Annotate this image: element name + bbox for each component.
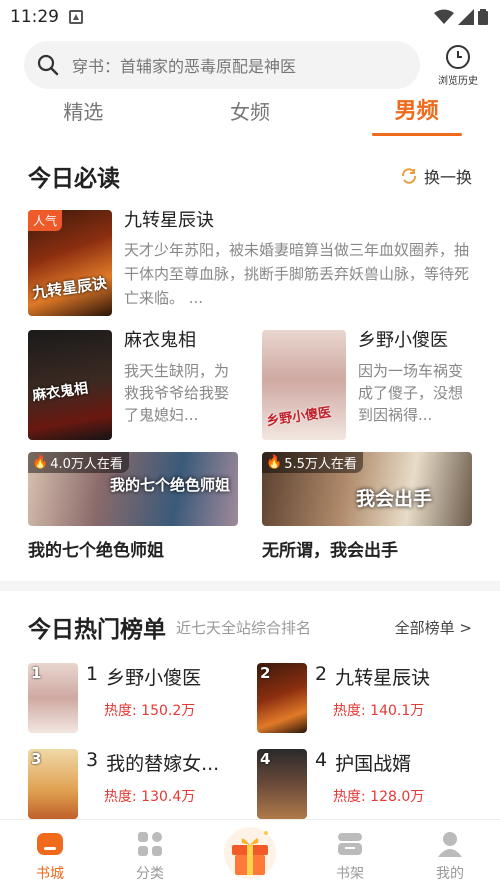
- ranking-book-title[interactable]: 我的替嫁女...: [106, 749, 219, 776]
- banner-art-text: 我会出手: [355, 488, 432, 510]
- book-cover[interactable]: 乡野小傻医: [262, 330, 346, 440]
- search-row: 穿书：首辅家的恶毒原配是神医 浏览历史: [0, 34, 500, 90]
- rank-index: 2: [315, 663, 328, 685]
- rank-badge: 1: [31, 664, 42, 682]
- banner-title[interactable]: 我的七个绝色师姐: [28, 536, 238, 561]
- battery-icon: [478, 9, 488, 25]
- banner-row: 🔥 4.0万人在看 我的七个绝色师姐 我的七个绝色师姐 🔥 5.5万人在看 我会…: [28, 452, 472, 561]
- banner-art-text: 我的七个绝色师姐: [109, 476, 230, 494]
- heat-value: 热度: 130.4万: [104, 789, 196, 805]
- ranking-cover[interactable]: 4: [257, 749, 307, 819]
- book-cover-art: 麻衣鬼相: [31, 380, 90, 405]
- status-bar: 11:29: [0, 0, 500, 34]
- ranking-section: 今日热门榜单 近七天全站综合排名 全部榜单 > 1 1 乡野小傻医 热度: 150…: [0, 607, 500, 835]
- refresh-button[interactable]: 换一换: [400, 164, 472, 188]
- banner-card[interactable]: 🔥 5.5万人在看 我会出手 无所谓，我会出手: [262, 452, 472, 561]
- nav-label: 我的: [436, 866, 464, 882]
- search-input[interactable]: 穿书：首辅家的恶毒原配是神医: [24, 41, 420, 89]
- bookstore-icon: [37, 833, 63, 855]
- heat-value: 热度: 128.0万: [333, 789, 425, 805]
- search-placeholder: 穿书：首辅家的恶毒原配是神医: [72, 57, 297, 76]
- book-desc: 我天生缺阴，为救我爷爷给我娶了鬼媳妇...: [124, 362, 230, 424]
- ranking-item[interactable]: 2 2 九转星辰诀 热度: 140.1万: [257, 663, 472, 733]
- tab-female[interactable]: 女频: [167, 90, 334, 138]
- rank-badge: 3: [31, 750, 42, 768]
- ranking-book-title[interactable]: 乡野小傻医: [106, 663, 201, 690]
- all-rankings-link[interactable]: 全部榜单 >: [395, 617, 472, 638]
- hot-tag: 人气: [28, 210, 63, 231]
- ranking-item[interactable]: 4 4 护国战婿 热度: 128.0万: [257, 749, 472, 819]
- banner-image[interactable]: 🔥 5.5万人在看 我会出手: [262, 452, 472, 526]
- rank-index: 1: [86, 663, 99, 685]
- featured-desc: 天才少年苏阳，被未婚妻暗算当做三年血奴圈养，抽干体内至尊血脉，挑断手脚筋丢弃妖兽…: [124, 241, 470, 307]
- section-divider: [0, 581, 500, 591]
- ranking-item[interactable]: 3 3 我的替嫁女... 热度: 130.4万: [28, 749, 243, 819]
- app-notification-icon: [69, 10, 83, 24]
- ranking-item[interactable]: 1 1 乡野小傻医 热度: 150.2万: [28, 663, 243, 733]
- featured-cover-art: 九转星辰诀: [31, 273, 108, 303]
- ranking-title: 今日热门榜单: [28, 617, 166, 643]
- gift-icon[interactable]: [222, 821, 278, 881]
- ranking-book-title[interactable]: 护国战婿: [335, 749, 411, 776]
- tab-featured[interactable]: 精选: [0, 90, 167, 138]
- viewers-badge: 🔥 5.5万人在看: [262, 452, 363, 473]
- wifi-icon: [434, 9, 454, 24]
- nav-bookshelf[interactable]: 书架: [300, 829, 400, 883]
- banner-image[interactable]: 🔥 4.0万人在看 我的七个绝色师姐: [28, 452, 238, 526]
- rank-index: 4: [315, 749, 328, 771]
- heat-value: 热度: 140.1万: [333, 703, 425, 719]
- category-icon: [138, 832, 162, 856]
- tab-male[interactable]: 男频: [333, 90, 500, 138]
- book-cover[interactable]: 麻衣鬼相: [28, 330, 112, 440]
- bookshelf-icon: [338, 833, 362, 855]
- banner-title[interactable]: 无所谓，我会出手: [262, 536, 472, 561]
- today-title: 今日必读: [28, 166, 120, 192]
- history-button[interactable]: 浏览历史: [426, 44, 490, 87]
- ranking-subtitle: 近七天全站综合排名: [176, 618, 312, 637]
- nav-label: 书架: [336, 866, 364, 882]
- nav-bookstore[interactable]: 书城: [0, 829, 100, 883]
- viewers-count: 5.5万人在看: [284, 457, 357, 472]
- book-card[interactable]: 乡野小傻医 乡野小傻医 因为一场车祸变成了傻子，没想到因祸得...: [262, 330, 472, 440]
- featured-book[interactable]: 人气 九转星辰诀 九转星辰诀 天才少年苏阳，被未婚妻暗算当做三年血奴圈养，抽干体…: [28, 210, 472, 316]
- nav-category[interactable]: 分类: [100, 829, 200, 883]
- category-tabs: 精选 女频 男频: [0, 90, 500, 138]
- ranking-cover[interactable]: 1: [28, 663, 78, 733]
- ranking-book-title[interactable]: 九转星辰诀: [335, 663, 430, 690]
- viewers-badge: 🔥 4.0万人在看: [28, 452, 129, 473]
- featured-title[interactable]: 九转星辰诀: [124, 210, 472, 232]
- rank-index: 3: [86, 749, 99, 771]
- book-cover-art: 乡野小傻医: [265, 405, 333, 430]
- featured-cover[interactable]: 人气 九转星辰诀: [28, 210, 112, 316]
- today-section: 今日必读 换一换 人气 九转星辰诀 九转星辰诀 天才少年苏阳，被未婚妻暗算当做三…: [0, 156, 500, 561]
- status-time: 11:29: [10, 7, 59, 27]
- ranking-cover[interactable]: 2: [257, 663, 307, 733]
- ranking-cover[interactable]: 3: [28, 749, 78, 819]
- ranking-list: 1 1 乡野小傻医 热度: 150.2万 2 2 九转星辰诀 热度: 140.1万 …: [28, 663, 472, 835]
- clock-icon: [446, 44, 470, 69]
- book-card[interactable]: 麻衣鬼相 麻衣鬼相 我天生缺阴，为救我爷爷给我娶了鬼媳妇...: [28, 330, 238, 440]
- nav-profile[interactable]: 我的: [400, 829, 500, 883]
- viewers-count: 4.0万人在看: [50, 457, 123, 472]
- book-title[interactable]: 乡野小傻医: [358, 330, 472, 352]
- book-pair: 麻衣鬼相 麻衣鬼相 我天生缺阴，为救我爷爷给我娶了鬼媳妇... 乡野小傻医 乡野…: [28, 330, 472, 440]
- rank-badge: 2: [260, 664, 271, 682]
- heat-value: 热度: 150.2万: [104, 703, 196, 719]
- rank-badge: 4: [260, 750, 271, 768]
- signal-icon: [458, 9, 474, 25]
- refresh-icon: [401, 168, 416, 184]
- book-title[interactable]: 麻衣鬼相: [124, 330, 238, 352]
- profile-icon: [438, 832, 462, 857]
- book-desc: 因为一场车祸变成了傻子，没想到因祸得...: [358, 362, 464, 424]
- nav-label: 分类: [136, 866, 164, 882]
- refresh-label: 换一换: [423, 168, 472, 187]
- history-label: 浏览历史: [438, 75, 478, 87]
- nav-label: 书城: [36, 866, 64, 882]
- search-icon: [37, 54, 59, 76]
- fire-icon: 🔥: [266, 455, 283, 470]
- fire-icon: 🔥: [32, 455, 49, 470]
- banner-card[interactable]: 🔥 4.0万人在看 我的七个绝色师姐 我的七个绝色师姐: [28, 452, 238, 561]
- bottom-nav: 书城 分类 书架 我的: [0, 819, 500, 889]
